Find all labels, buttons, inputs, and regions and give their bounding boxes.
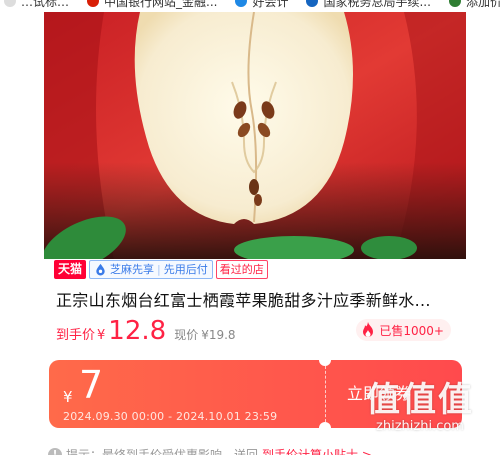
bank-icon <box>87 0 100 7</box>
coupon-amount: 7 <box>79 363 104 407</box>
product-title[interactable]: 正宗山东烟台红富士栖霞苹果脆甜多汁应季新鲜水... <box>56 287 461 311</box>
tip-text: 提示：最终到手价受优惠影响，送回 <box>66 448 259 455</box>
sold-count: 已售1000+ <box>379 323 444 338</box>
price-tips-link[interactable]: 到手价计算小贴士 > <box>262 446 372 455</box>
claim-coupon-button[interactable]: 立即领券 <box>347 380 411 404</box>
bookmark-item[interactable]: 好会计 <box>235 0 288 9</box>
bookmark-label: 好会计 <box>252 0 289 9</box>
credit-label-1: 芝麻先享 <box>110 263 155 276</box>
apple-illustration <box>44 12 466 259</box>
bookmark-item[interactable]: 国家税务总局手续... <box>306 0 431 9</box>
bookmark-label: 国家税务总局手续... <box>323 0 431 9</box>
price-currency: ¥ <box>97 328 106 343</box>
coupon-currency: ¥ <box>63 388 73 406</box>
bookmark-label: 中国银行网站_金融... <box>104 0 218 9</box>
coupon-validity: 2024.09.30 00:00 - 2024.10.01 23:59 <box>63 410 278 423</box>
tax-icon <box>306 0 319 7</box>
final-price: 12.8 <box>108 316 167 346</box>
bookmark-item[interactable]: …试标… <box>4 0 69 9</box>
sold-badge: 已售1000+ <box>356 319 451 341</box>
coupon-notch <box>319 422 331 428</box>
seen-store-badge: 看过的店 <box>215 259 268 279</box>
bookmark-item[interactable]: 添加价格 <box>448 0 500 9</box>
credit-separator: | <box>157 262 161 276</box>
product-tags: 天猫 芝麻先享 | 先用后付 看过的店 <box>54 259 268 279</box>
bookmarks-bar: …试标… 中国银行网站_金融... 好会计 国家税务总局手续... 添加价格 <box>0 0 500 9</box>
price-row: 到手价 ¥ 12.8 现价 ¥19.8 已售1000+ <box>56 316 461 346</box>
plus-icon <box>448 0 461 7</box>
bookmark-label: …试标… <box>21 0 70 9</box>
bookmark-label: 添加价格 <box>465 0 500 9</box>
bookmark-item[interactable]: 中国银行网站_金融... <box>87 0 217 9</box>
bookmark-icon <box>4 0 16 7</box>
final-price-label: 到手价 <box>56 328 96 343</box>
price-tip: ! 提示：最终到手价受优惠影响，送回 到手价计算小贴士 > <box>48 446 468 455</box>
current-price: ¥19.8 <box>201 328 236 342</box>
product-page: …试标… 中国银行网站_金融... 好会计 国家税务总局手续... 添加价格 <box>0 0 500 455</box>
drop-icon <box>96 263 105 276</box>
coupon-card[interactable]: ¥ 7 2024.09.30 00:00 - 2024.10.01 23:59 … <box>49 360 462 428</box>
tmall-badge: 天猫 <box>54 259 87 279</box>
info-icon: ! <box>48 447 62 455</box>
coupon-divider <box>325 366 326 422</box>
product-card[interactable]: 天猫 芝麻先享 | 先用后付 看过的店 正宗山东烟台红富士栖霞苹果脆甜多汁应季新… <box>44 259 466 455</box>
credit-badge: 芝麻先享 | 先用后付 <box>89 259 213 279</box>
flame-icon <box>363 322 374 337</box>
product-image[interactable] <box>44 12 466 259</box>
current-price-label: 现价 <box>174 328 199 342</box>
credit-label-2: 先用后付 <box>163 263 208 276</box>
cloud-icon <box>235 0 248 7</box>
